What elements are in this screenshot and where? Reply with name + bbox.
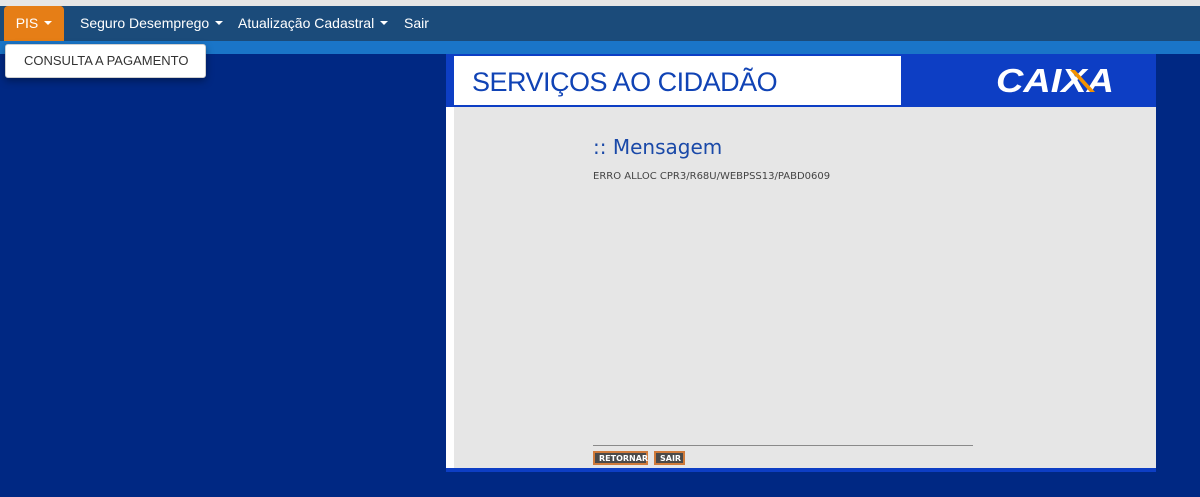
footer-divider <box>593 445 973 446</box>
retornar-button[interactable]: RETORNAR <box>593 451 648 465</box>
message-title: :: Mensagem <box>593 135 723 159</box>
nav-item-sair[interactable]: Sair <box>404 6 429 41</box>
nav-item-label: PIS <box>15 15 39 31</box>
caret-down-icon <box>380 21 389 26</box>
menu-item-consulta-a-pagamento[interactable]: CONSULTA A PAGAMENTO <box>24 45 188 77</box>
nav-item-seguro-desemprego[interactable]: Seguro Desemprego <box>80 6 224 41</box>
nav-item-label: Sair <box>404 15 429 31</box>
logo-text: CAIXA <box>996 62 1114 99</box>
nav-item-label: Seguro Desemprego <box>80 15 210 31</box>
sair-button[interactable]: SAIR <box>654 451 685 465</box>
nav-item-atualizacao-cadastral[interactable]: Atualização Cadastral <box>238 6 389 41</box>
caret-down-icon <box>44 21 53 26</box>
top-navbar: PIS Seguro Desemprego Atualização Cadast… <box>0 6 1200 41</box>
message-content-area: :: Mensagem ERRO ALLOC CPR3/R68U/WEBPSS1… <box>446 107 1156 468</box>
caret-down-icon <box>215 21 224 26</box>
main-panel: SERVIÇOS AO CIDADÃO CAIXA :: Mensagem ER… <box>446 54 1156 472</box>
pis-dropdown-menu: CONSULTA A PAGAMENTO <box>5 44 206 78</box>
error-message-text: ERRO ALLOC CPR3/R68U/WEBPSS13/PABD0609 <box>593 171 831 182</box>
panel-bottom-bar <box>446 468 1156 472</box>
page-title: SERVIÇOS AO CIDADÃO <box>472 67 778 97</box>
banner-title-area: SERVIÇOS AO CIDADÃO <box>454 56 901 105</box>
nav-item-label: Atualização Cadastral <box>238 15 375 31</box>
nav-item-pis[interactable]: PIS <box>4 6 64 41</box>
header-banner: SERVIÇOS AO CIDADÃO CAIXA <box>446 54 1156 107</box>
caixa-logo-icon: CAIXA <box>996 62 1114 99</box>
content-left-border <box>446 107 454 468</box>
